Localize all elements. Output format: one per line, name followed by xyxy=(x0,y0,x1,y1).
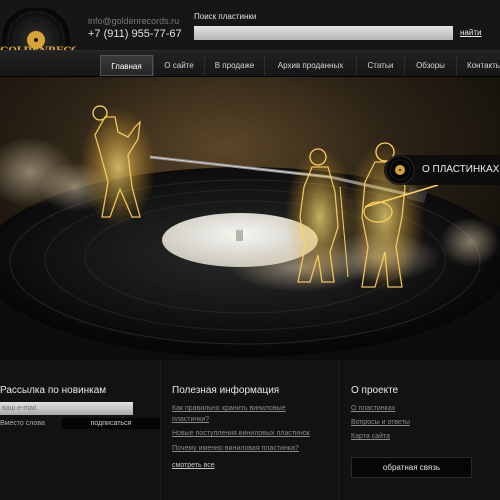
about-records-label: О ПЛАСТИНКАХ xyxy=(422,164,500,175)
search-label: Поиск пластинки xyxy=(194,12,257,21)
nav-item-reviews[interactable]: Обзоры xyxy=(404,55,456,76)
subscribe-button[interactable]: подписаться xyxy=(62,418,160,429)
info-link-storage-cont[interactable]: пластинки? xyxy=(172,416,209,423)
info-link-new-arrivals[interactable]: Новые поступления виниловых пластинок xyxy=(172,430,310,437)
nav-item-on-sale[interactable]: В продаже xyxy=(204,55,264,76)
about-link-sitemap[interactable]: Карта сайта xyxy=(351,433,390,440)
about-records-button[interactable]: О ПЛАСТИНКАХ xyxy=(384,155,500,185)
singer-figure xyxy=(285,147,355,287)
contact-phone: +7 (911) 955-77-67 xyxy=(88,28,182,40)
newsletter-note: Вместо слова xyxy=(0,420,45,427)
vinyl-record-icon xyxy=(385,155,415,185)
info-title: Полезная информация xyxy=(172,385,280,396)
nav-item-sold-archive[interactable]: Архив проданных xyxy=(264,55,356,76)
search-input[interactable] xyxy=(194,26,453,40)
about-link-faq[interactable]: Вопросы и ответы xyxy=(351,419,410,426)
newsletter-email-input[interactable] xyxy=(0,402,133,415)
nav-item-contacts[interactable]: Контакты xyxy=(456,55,500,76)
nav-item-home[interactable]: Главная xyxy=(100,55,153,76)
info-link-why-vinyl[interactable]: Почему именно виниловая пластинка? xyxy=(172,445,299,452)
info-see-all-link[interactable]: смотреть все xyxy=(172,462,215,469)
header: GOLDENRECORDS info@goldenrecords.ru +7 (… xyxy=(0,0,500,66)
info-link-storage[interactable]: Как правильно хранить виниловые xyxy=(172,405,286,412)
nav-item-about[interactable]: О сайте xyxy=(153,55,204,76)
contact-email[interactable]: info@goldenrecords.ru xyxy=(88,16,179,26)
about-title: О проекте xyxy=(351,385,399,396)
footer-divider xyxy=(160,360,161,500)
search-button[interactable]: найти xyxy=(460,28,481,37)
hero-banner: О ПЛАСТИНКАХ xyxy=(0,77,500,360)
newsletter-title: Рассылка по новинкам xyxy=(0,385,107,396)
nav-item-articles[interactable]: Статьи xyxy=(356,55,404,76)
main-nav: Главная О сайте В продаже Архив проданны… xyxy=(0,50,500,77)
footer-divider xyxy=(338,360,339,500)
about-link-records[interactable]: О пластинках xyxy=(351,405,395,412)
feedback-button[interactable]: обратная связь xyxy=(351,457,472,478)
turntable-illustration xyxy=(0,77,500,360)
